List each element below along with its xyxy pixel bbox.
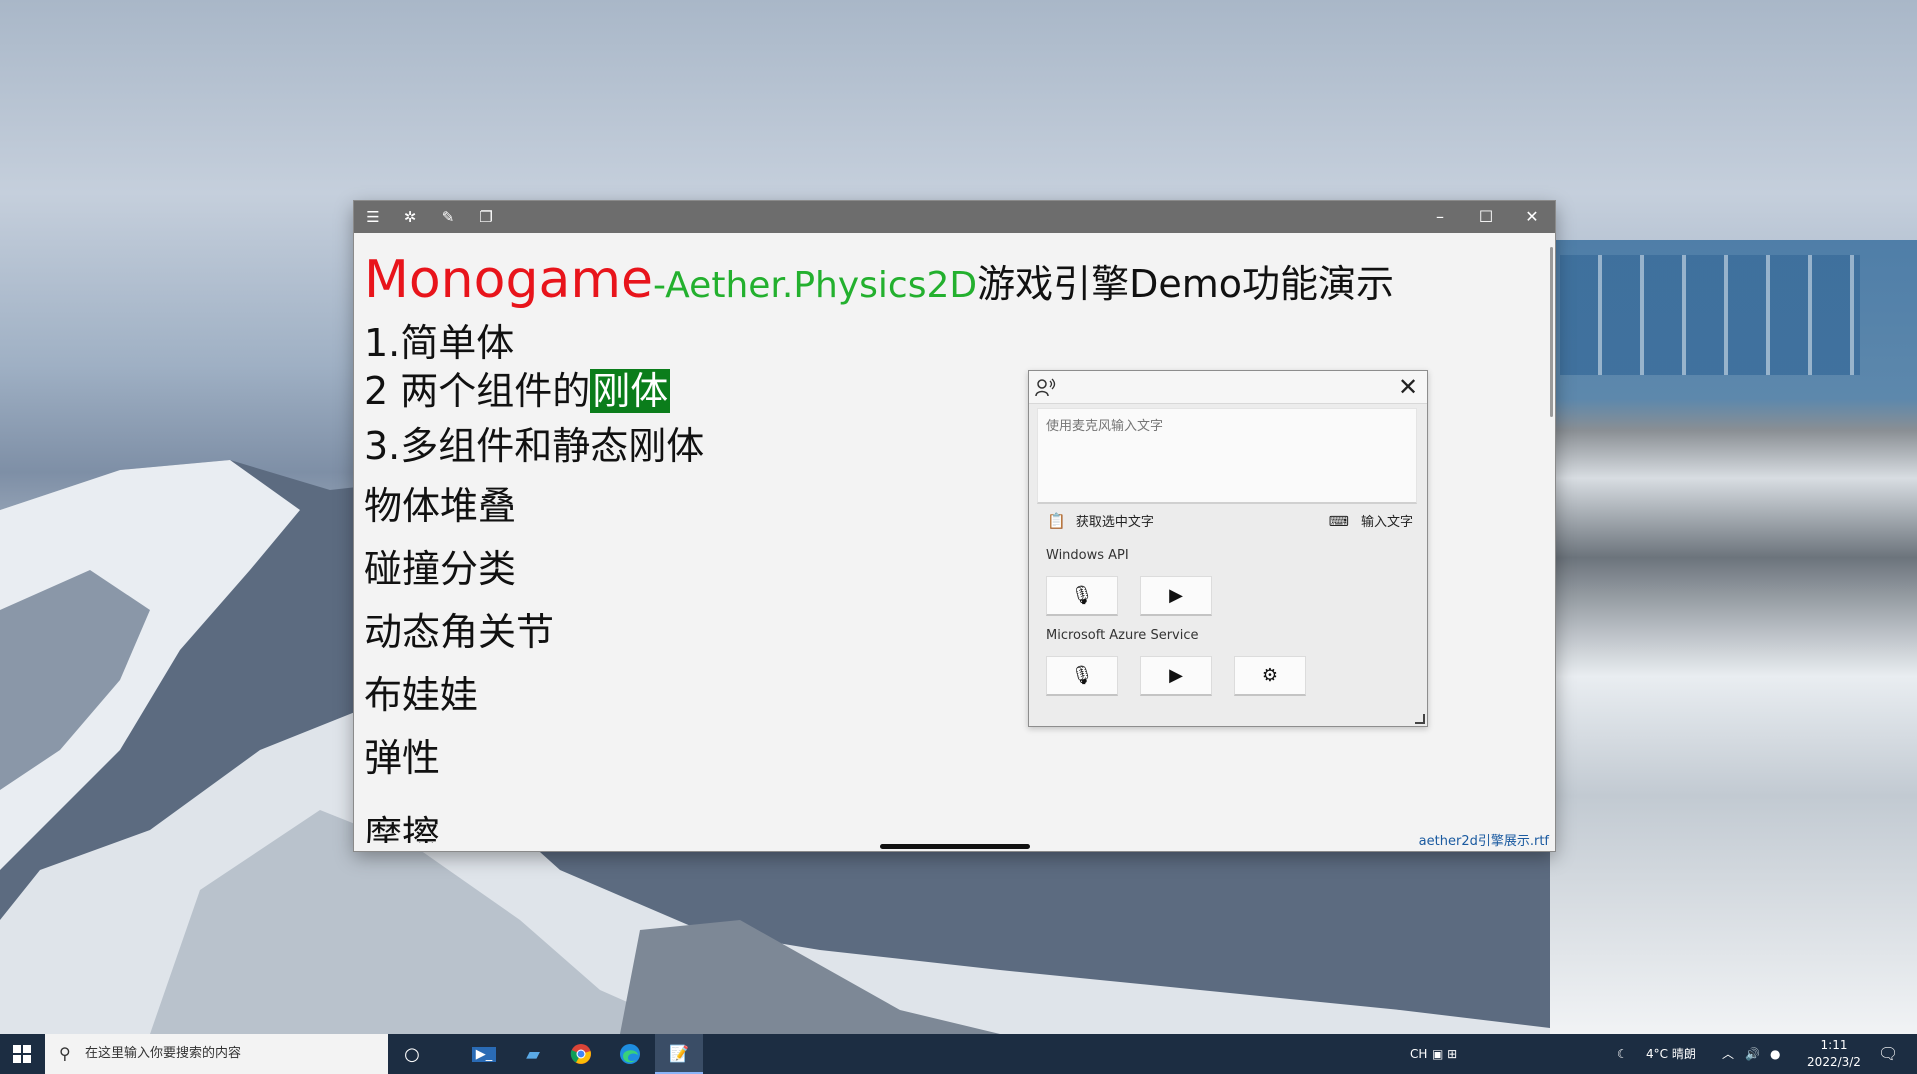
vertical-scrollbar[interactable]: [1550, 247, 1553, 417]
title-bar[interactable]: ☰ ✲ ✎ ❐ – ☐ ✕: [354, 201, 1555, 233]
list-item: 布娃娃: [364, 673, 479, 717]
search-icon: ⚲: [59, 1044, 71, 1063]
ime-indicator[interactable]: CH: [1410, 1034, 1427, 1074]
powershell-icon[interactable]: ▶_: [460, 1034, 508, 1074]
close-button[interactable]: ✕: [1509, 201, 1555, 233]
close-icon[interactable]: ✕: [1395, 374, 1421, 400]
weather-icon[interactable]: ☾: [1617, 1034, 1628, 1074]
weather-text[interactable]: 4°C 晴朗: [1646, 1034, 1696, 1074]
play-icon: ▶: [1169, 665, 1183, 686]
clipboard-icon: 📋: [1047, 512, 1066, 530]
microphone-icon: 🎙: [1070, 585, 1094, 606]
title-monogame: Monogame: [364, 250, 653, 310]
menu-icon[interactable]: ☰: [363, 207, 383, 227]
list-item: 弹性: [364, 736, 441, 780]
input-text-label: 输入文字: [1360, 515, 1413, 530]
azure-play-button[interactable]: ▶: [1140, 656, 1212, 696]
voice-input-panel: ✕ 📋 获取选中文字 ⌨ 输入文字 Windows API 🎙 ▶ Micros…: [1028, 370, 1428, 727]
get-selected-text-button[interactable]: 📋 获取选中文字: [1047, 511, 1154, 530]
taskbar: ⚲ 在这里输入你要搜索的内容 ○ ▶_ ▰ 📝 CH ▣ ⊞ ☾ 4°C 晴朗 …: [0, 1034, 1917, 1074]
qq-icon[interactable]: ●: [1770, 1034, 1780, 1074]
list-item: 3.多组件和静态刚体: [364, 424, 705, 468]
clock-date: 2022/3/2: [1807, 1055, 1861, 1069]
get-selected-label: 获取选中文字: [1075, 515, 1154, 530]
notepad-app-icon[interactable]: 📝: [655, 1034, 703, 1074]
volume-icon[interactable]: 🔊: [1745, 1034, 1760, 1074]
chrome-icon[interactable]: [557, 1034, 605, 1074]
microphone-icon: 🎙: [1070, 665, 1094, 686]
azure-label: Microsoft Azure Service: [1046, 628, 1199, 643]
maximize-button[interactable]: ☐: [1463, 201, 1509, 233]
play-icon: ▶: [1169, 585, 1183, 606]
selected-text-highlight: 刚体: [590, 369, 671, 413]
list-item: 物体堆叠: [364, 484, 517, 528]
gears-icon: ⚙: [1261, 665, 1279, 686]
list-item: 碰撞分类: [364, 547, 517, 591]
list-item: 摩擦: [364, 813, 441, 843]
explorer-icon[interactable]: ▰: [509, 1034, 557, 1074]
windows-play-button[interactable]: ▶: [1140, 576, 1212, 616]
resize-grip[interactable]: [1415, 714, 1425, 724]
notification-icon[interactable]: 🗨: [1878, 1034, 1898, 1074]
minimize-button[interactable]: –: [1417, 201, 1463, 233]
list-item: 2 两个组件的刚体: [364, 369, 671, 413]
settings-icon[interactable]: ✲: [400, 207, 420, 227]
windows-mic-button[interactable]: 🎙: [1046, 576, 1118, 616]
copy-icon[interactable]: ❐: [476, 207, 496, 227]
title-aether: -Aether.Physics2D: [652, 265, 978, 306]
ime-mode-icon[interactable]: ▣ ⊞: [1432, 1034, 1457, 1074]
edge-icon[interactable]: [606, 1034, 654, 1074]
start-button[interactable]: [0, 1034, 44, 1074]
taskbar-search-box[interactable]: ⚲ 在这里输入你要搜索的内容: [45, 1034, 388, 1074]
cortana-icon[interactable]: ○: [388, 1034, 436, 1074]
taskbar-clock[interactable]: 1:11 2022/3/2: [1799, 1037, 1869, 1071]
desktop-building-windows: [1560, 255, 1860, 375]
windows-api-label: Windows API: [1046, 548, 1129, 563]
list-item: 1.简单体: [364, 321, 515, 365]
panel-actions: 📋 获取选中文字 ⌨ 输入文字: [1029, 511, 1427, 533]
speaker-icon: [1035, 377, 1057, 402]
panel-header[interactable]: ✕: [1029, 371, 1427, 404]
title-demo: 游戏引擎Demo功能演示: [977, 262, 1395, 306]
input-text-button[interactable]: ⌨ 输入文字: [1329, 511, 1413, 530]
clock-time: 1:11: [1820, 1038, 1848, 1052]
windows-logo-icon: [13, 1045, 31, 1063]
keyboard-icon: ⌨: [1328, 514, 1349, 530]
azure-mic-button[interactable]: 🎙: [1046, 656, 1118, 696]
search-placeholder: 在这里输入你要搜索的内容: [85, 1046, 242, 1061]
document-title: Monogame-Aether.Physics2D游戏引擎Demo功能演示: [364, 251, 1394, 309]
azure-settings-button[interactable]: ⚙: [1234, 656, 1306, 696]
horizontal-scrollbar[interactable]: [880, 844, 1030, 849]
voice-text-field[interactable]: [1037, 408, 1417, 504]
list-item: 动态角关节: [364, 610, 555, 654]
file-name[interactable]: aether2d引擎展示.rtf: [1419, 830, 1549, 849]
show-hidden-icons[interactable]: ︿: [1722, 1034, 1734, 1074]
edit-icon[interactable]: ✎: [438, 207, 458, 227]
